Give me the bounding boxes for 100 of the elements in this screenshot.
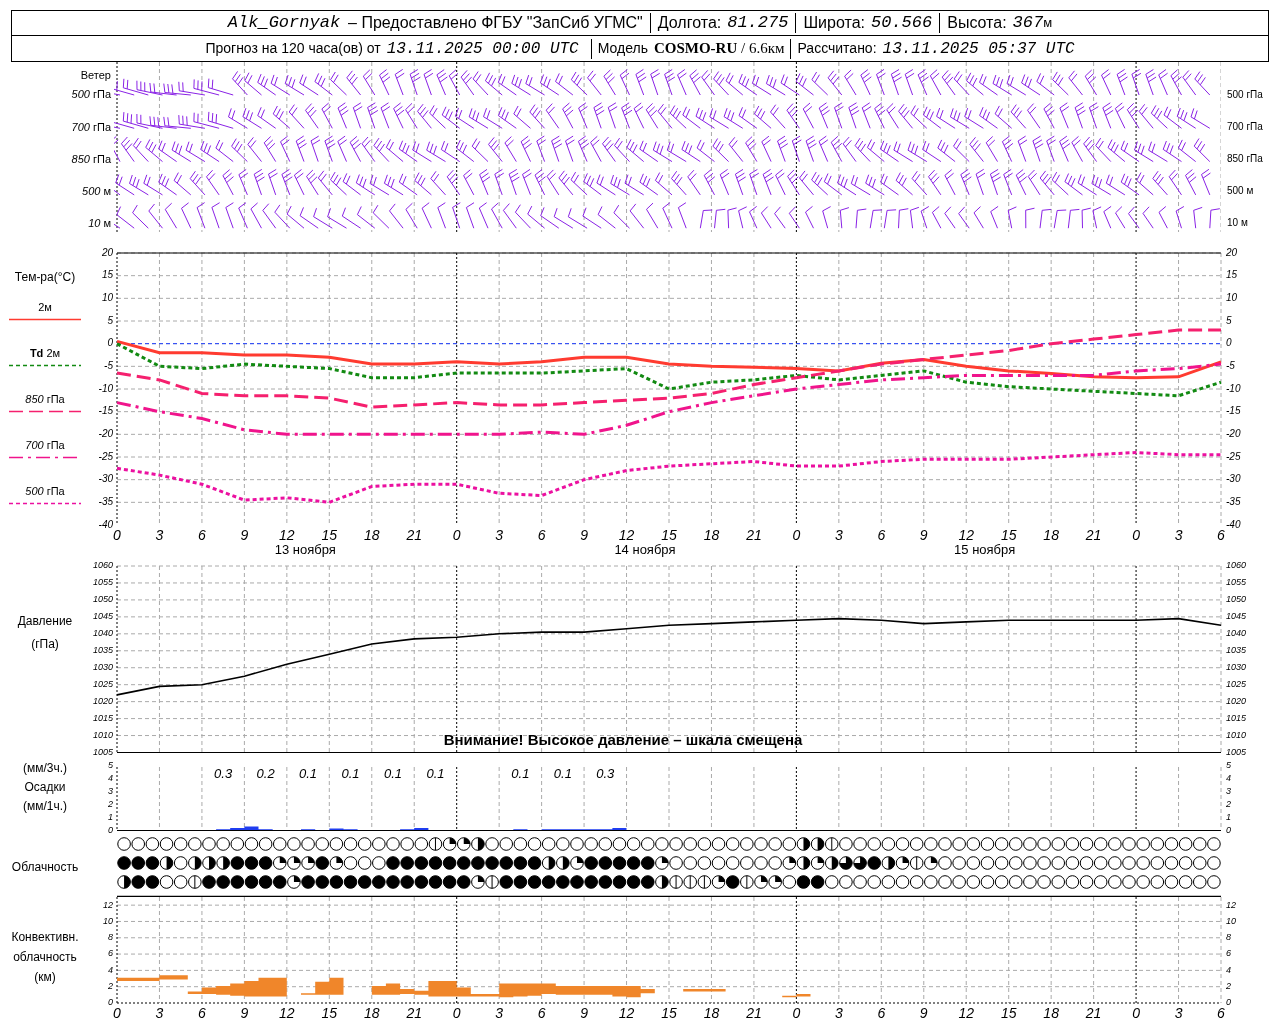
axis-tick-label: 15 [1226,269,1238,281]
axis-tick-label: 3 [155,527,164,543]
axis-tick-label: 1005 [92,746,113,757]
axis-tick-label: 4 [1226,964,1231,975]
axis-tick-label: 15 [661,1005,677,1021]
axis-tick-label: 12 [279,527,295,543]
axis-tick-label: 12 [958,527,974,543]
wind-level-label: 700 гПа [1227,121,1263,132]
precipitation-total-label: 0.3 [214,766,233,781]
axis-tick-label: 21 [406,1005,422,1021]
station-name: Alk_Gornyak [227,12,341,35]
axis-tick-label: 21 [746,527,762,543]
axis-tick-label: 1030 [1226,662,1247,673]
axis-tick-label: -30 [1226,473,1241,485]
axis-tick-label: 0 [452,1005,461,1021]
legend-label: 850 гПа [25,392,65,406]
axis-tick-label: 12 [618,1005,635,1021]
convective-label: Конвективн. [11,929,79,946]
axis-tick-label: 10 [1226,291,1238,303]
wind-level-label: 10 м [1227,217,1248,228]
axis-tick-label: 0 [113,1005,121,1021]
axis-tick-label: 1035 [1226,645,1247,656]
axis-tick-label: 6 [877,1005,886,1021]
axis-tick-label: 15 [321,527,338,543]
axis-tick-label: 1040 [1226,628,1247,639]
axis-tick-label: 0 [452,527,461,543]
axis-tick-label: -30 [98,473,113,485]
axis-tick-label: 1005 [1226,746,1247,757]
convective-label: облачность [13,949,77,966]
axis-tick-label: 12 [618,527,635,543]
precipitation-total-label: 0.1 [511,766,530,781]
wind-level-label: 500 м [82,184,111,197]
forecast-start-time: 13.11.2025 00:00 UTC [386,38,579,60]
axis-tick-label: 1015 [1226,712,1247,723]
axis-tick-label: 1015 [92,712,113,723]
axis-tick-label: 1025 [1226,679,1247,690]
axis-tick-label: 1010 [92,729,113,740]
coordinate-label: Высота: [947,13,1007,33]
axis-tick-label: -15 [98,405,113,417]
legend-swatch [9,502,81,505]
axis-tick-label: 1030 [92,662,113,673]
axis-tick-label: 0 [1226,997,1231,1008]
coordinate-value: 50.566 [871,12,933,35]
axis-tick-label: 12 [103,899,113,910]
axis-tick-label: 1020 [92,696,113,706]
axis-tick-label: 12 [958,1005,974,1021]
precipitation-total-label: 0.1 [299,766,318,781]
axis-tick-label: 1060 [1226,560,1247,571]
unit-label: м [1043,14,1053,33]
axis-tick-label: 10 [101,291,113,303]
axis-tick-label: 10 [103,915,113,926]
axis-tick-label: 6 [108,948,113,959]
axis-tick-label: 21 [1085,527,1102,543]
axis-tick-label: 4 [108,964,113,975]
axis-tick-label: 10 [1226,915,1236,926]
axis-tick-label: 6 [1217,527,1225,543]
axis-tick-label: -35 [98,495,113,507]
axis-tick-label: -20 [1226,427,1241,439]
axis-tick-label: 0 [792,527,801,543]
axis-tick-label: 6 [198,1005,206,1021]
axis-tick-label: 1020 [1226,696,1247,706]
legend-label: 2м [38,300,52,314]
model-label: Модель [597,39,648,58]
axis-tick-label: 9 [580,527,588,543]
axis-tick-label: 8 [108,932,113,943]
axis-tick-label: 3 [155,1005,164,1021]
axis-tick-label: 9 [240,527,249,543]
pressure-warning: Внимание! Высокое давление – шкала смещена [443,731,803,748]
legend-label: 700 гПа [25,438,65,452]
axis-tick-label: 15 [1000,1005,1017,1021]
precipitation-label: Осадки [24,779,66,796]
computed-time: 13.11.2025 05:37 UTC [882,38,1075,60]
axis-tick-label: 3 [1174,1005,1183,1021]
wind-level-label: 500 м [1227,185,1254,196]
precipitation-label: (мм/3ч.) [22,760,68,777]
axis-tick-label: 21 [406,527,422,543]
axis-tick-label: 1040 [92,628,113,639]
axis-tick-label: -35 [1226,495,1241,507]
axis-tick-label: 21 [1085,1005,1102,1021]
axis-tick-label: 15 [101,269,113,281]
axis-tick-label: 3 [834,1005,843,1021]
wind-level-label: 500 гПа [71,88,111,101]
axis-tick-label: 18 [364,1005,380,1021]
provider-text: – Предоставлено ФГБУ "ЗапСиб УГМС" [348,13,643,33]
axis-tick-label: 3 [495,1005,504,1021]
axis-tick-label: 18 [1043,527,1059,543]
precipitation-total-label: 0.1 [426,766,445,781]
coordinate-label: Широта: [803,13,865,33]
wind-title: Ветер [80,69,111,81]
axis-tick-label: 4 [108,773,113,784]
axis-tick-label: 1055 [1226,577,1247,588]
temperature-title: Тем-ра(°С) [14,270,76,286]
convective-label: (км) [34,969,56,986]
axis-tick-label: 0 [1226,824,1231,835]
pressure-title: Давление [17,613,73,630]
legend-swatch [9,410,81,413]
computed-label: Рассчитано: [797,39,877,58]
axis-tick-label: -20 [98,427,113,439]
date-label: 13 ноября [274,542,336,557]
legend-swatch [9,364,81,367]
